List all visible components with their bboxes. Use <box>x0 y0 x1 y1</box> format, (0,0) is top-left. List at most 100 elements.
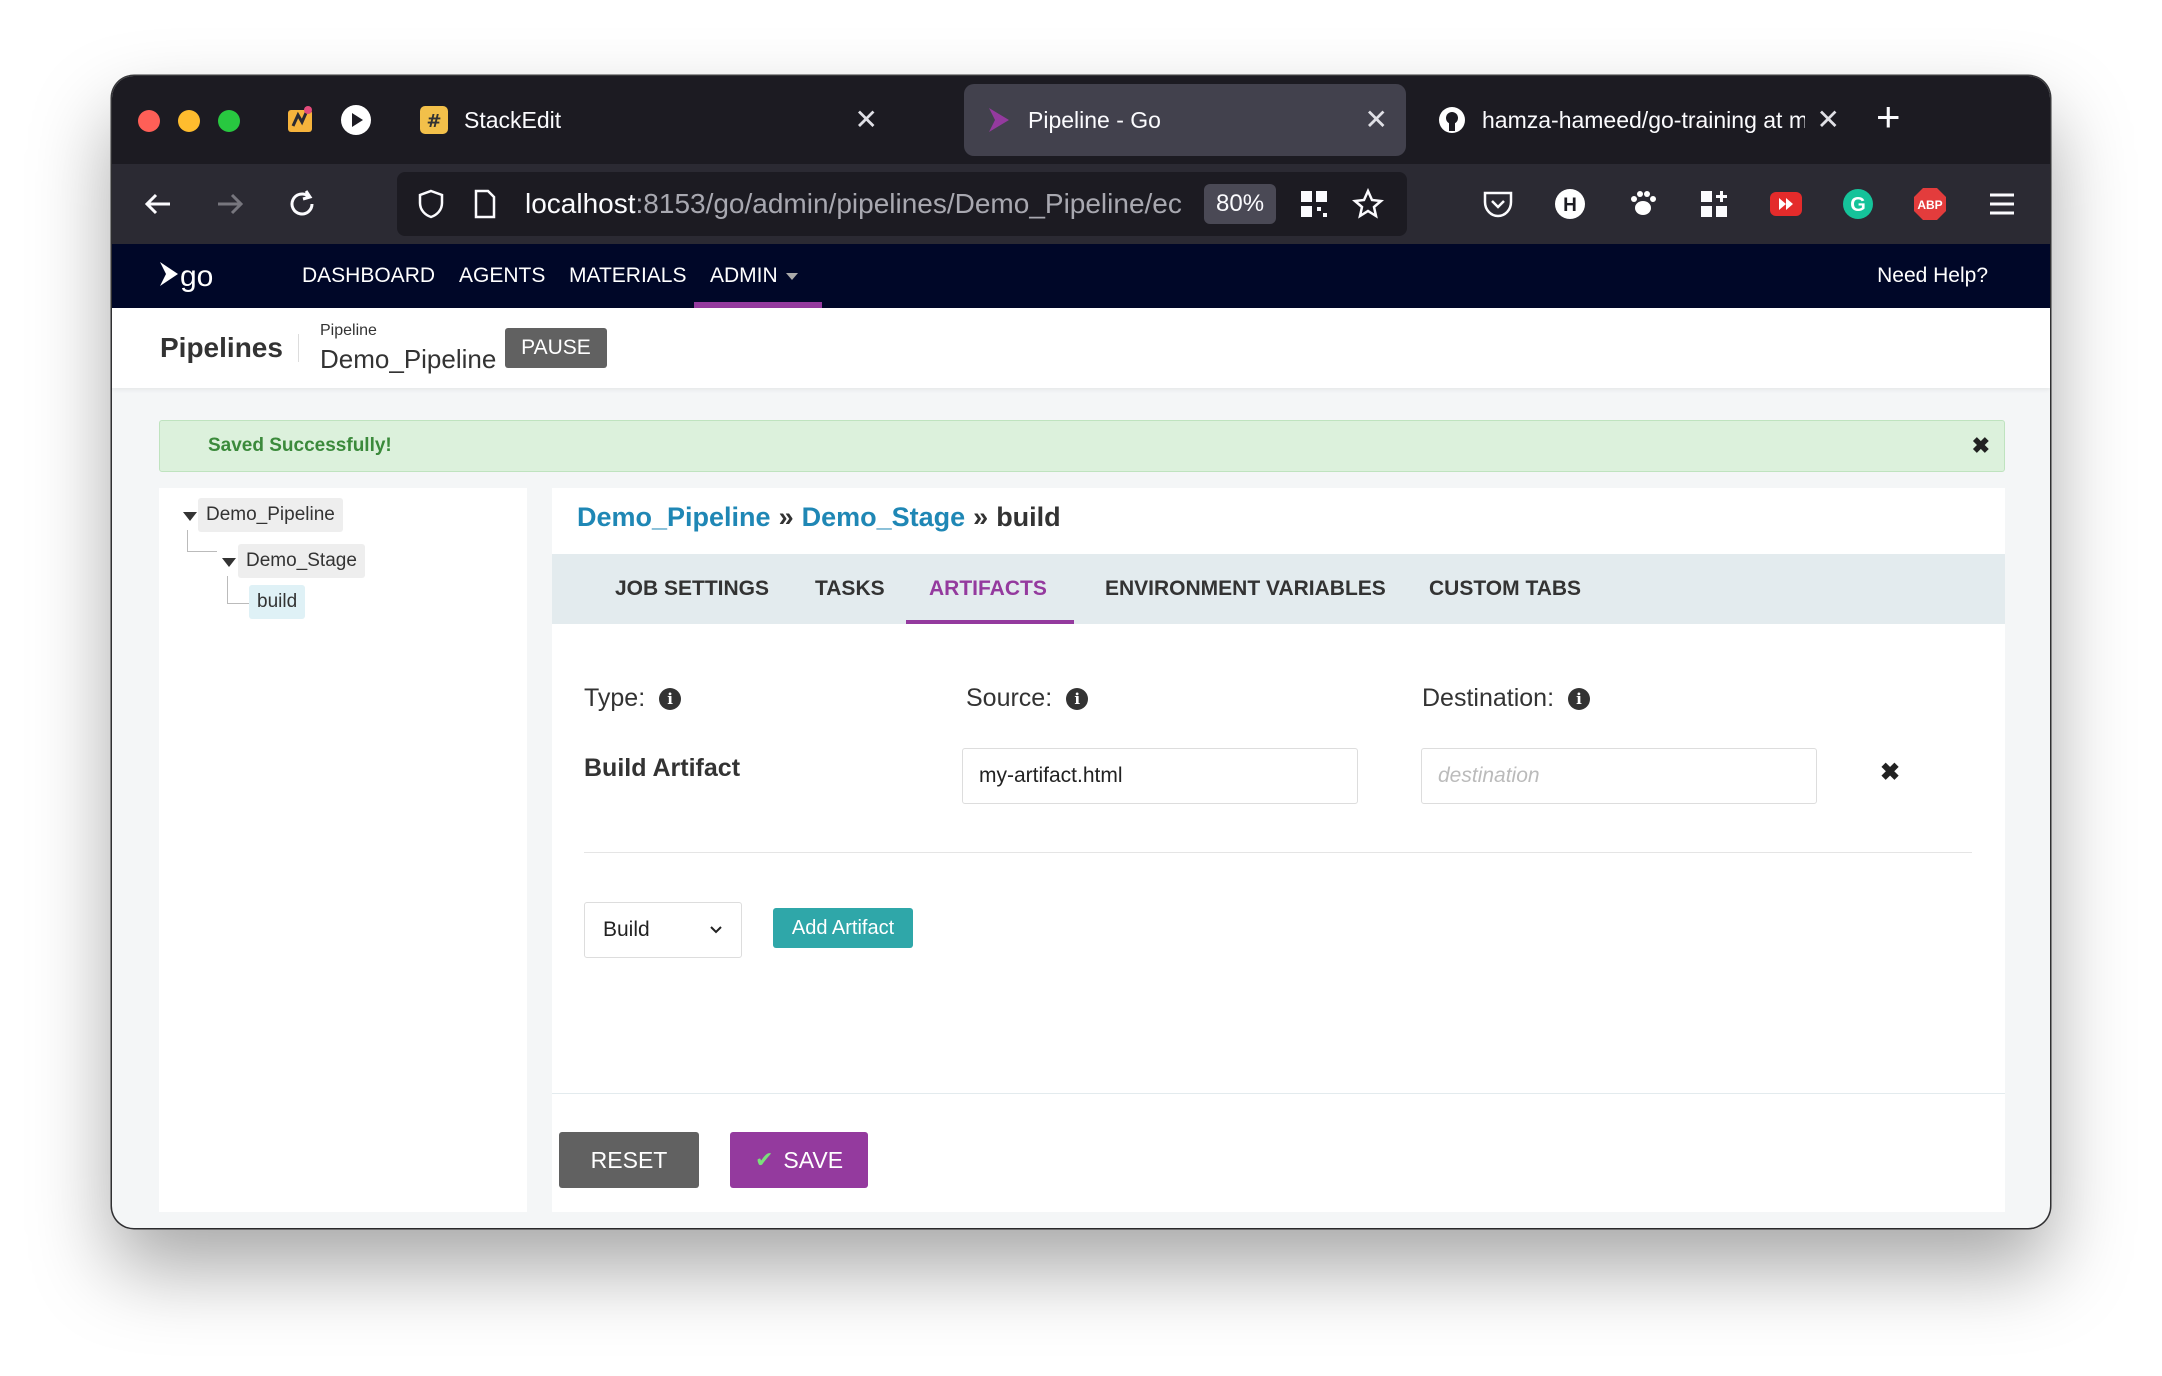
gocd-icon <box>982 104 1014 136</box>
caret-down-icon[interactable] <box>183 512 197 521</box>
source-label: Source: <box>966 684 1053 712</box>
pinned-tab-go[interactable] <box>338 102 374 138</box>
page-title[interactable]: Pipelines <box>160 332 283 364</box>
tree-node-pipeline[interactable]: Demo_Pipeline <box>198 498 343 532</box>
pipeline-label: Pipeline <box>320 322 377 339</box>
pipeline-name: Demo_Pipeline <box>320 344 497 374</box>
tree-connector <box>187 530 217 552</box>
tab-tasks[interactable]: TASKS <box>815 554 885 624</box>
close-tab-icon[interactable]: ✕ <box>855 106 878 134</box>
job-tabs: JOB SETTINGS TASKS ARTIFACTS ENVIRONMENT… <box>552 554 2005 624</box>
maximize-window-button[interactable] <box>218 110 240 132</box>
stackedit-icon: # <box>418 104 450 136</box>
remove-artifact-icon[interactable]: ✖ <box>1880 758 1900 787</box>
chevron-down-icon <box>710 926 722 934</box>
video-speed-extension-icon[interactable] <box>1766 184 1806 224</box>
new-tab-button[interactable]: + <box>1876 96 1901 138</box>
close-tab-icon[interactable]: ✕ <box>1817 106 1840 134</box>
tab-github[interactable]: hamza-hameed/go-training at m ✕ <box>1418 84 1858 156</box>
tab-pipeline-go[interactable]: Pipeline - Go ✕ <box>964 84 1406 156</box>
tab-artifacts[interactable]: ARTIFACTS <box>929 554 1047 624</box>
tab-title: StackEdit <box>464 106 562 133</box>
destination-label: Destination: <box>1422 684 1555 712</box>
forward-arrow-icon[interactable] <box>208 182 252 226</box>
url-text[interactable]: localhost:8153/go/admin/pipelines/Demo_P… <box>525 188 1190 220</box>
tree-node-stage[interactable]: Demo_Stage <box>238 544 365 578</box>
pipeline-tree: Demo_Pipeline Demo_Stage build <box>159 488 527 1212</box>
tab-environment-variables[interactable]: ENVIRONMENT VARIABLES <box>1105 554 1386 624</box>
flash-text: Saved Successfully! <box>208 435 392 456</box>
source-input[interactable] <box>962 748 1358 804</box>
type-header: Type: i <box>584 684 682 713</box>
hamburger-menu-icon[interactable] <box>1982 184 2022 224</box>
breadcrumb-separator: » <box>778 502 794 532</box>
reload-icon[interactable] <box>280 182 324 226</box>
adblock-plus-icon[interactable]: ABP <box>1910 184 1950 224</box>
gocd-header: go DASHBOARD AGENTS MATERIALS ADMIN Need… <box>112 244 2050 308</box>
success-flash-message: Saved Successfully! ✖ <box>159 420 2005 472</box>
pocket-icon[interactable] <box>1478 184 1518 224</box>
nav-admin-label: ADMIN <box>710 264 778 287</box>
breadcrumb-stage[interactable]: Demo_Stage <box>802 502 966 533</box>
zoom-level-badge[interactable]: 80% <box>1204 184 1277 224</box>
divider <box>584 852 1972 853</box>
info-icon[interactable]: i <box>659 687 682 710</box>
shield-icon[interactable] <box>411 184 451 224</box>
destination-input[interactable] <box>1421 748 1817 804</box>
pinned-tab-miro[interactable] <box>282 102 318 138</box>
tab-job-settings[interactable]: JOB SETTINGS <box>615 554 769 624</box>
nav-dashboard[interactable]: DASHBOARD <box>302 244 435 308</box>
url-host: localhost <box>525 188 636 219</box>
info-icon[interactable]: i <box>1568 687 1591 710</box>
miro-icon <box>288 106 312 132</box>
chevron-down-icon <box>785 272 798 280</box>
destination-header: Destination: i <box>1422 684 1591 713</box>
info-icon[interactable]: i <box>1066 687 1089 710</box>
back-arrow-icon[interactable] <box>136 182 180 226</box>
close-icon[interactable]: ✖ <box>1972 433 1990 459</box>
svg-text:#: # <box>426 111 441 132</box>
breadcrumb-pipeline[interactable]: Demo_Pipeline <box>577 502 771 533</box>
artifact-type-select[interactable]: Build <box>584 902 742 958</box>
page-icon[interactable] <box>465 184 505 224</box>
save-button[interactable]: ✔ SAVE <box>730 1132 868 1188</box>
url-path: :8153/go/admin/pipelines/Demo_Pipeline/e… <box>635 188 1182 219</box>
tree-node-job[interactable]: build <box>249 585 306 619</box>
paw-extension-icon[interactable] <box>1622 184 1662 224</box>
qr-code-icon[interactable] <box>1294 184 1334 224</box>
gocd-logo-icon: go <box>160 260 213 293</box>
artifact-type: Build Artifact <box>584 754 741 782</box>
grammarly-icon[interactable]: G <box>1838 184 1878 224</box>
breadcrumb-job: build <box>996 502 1061 532</box>
browser-tab-bar: # StackEdit ✕ Pipeline - Go ✕ hamza-hame… <box>112 76 2050 164</box>
svg-text:go: go <box>180 260 213 293</box>
browser-navigation-bar: localhost:8153/go/admin/pipelines/Demo_P… <box>112 164 2050 244</box>
reset-button[interactable]: RESET <box>559 1132 699 1188</box>
pause-button[interactable]: PAUSE <box>505 328 607 368</box>
nav-admin[interactable]: ADMIN <box>710 244 798 308</box>
svg-text:ABP: ABP <box>1917 198 1942 212</box>
apps-extension-icon[interactable] <box>1694 184 1734 224</box>
add-artifact-button[interactable]: Add Artifact <box>773 908 913 948</box>
type-label: Type: <box>584 684 646 712</box>
address-bar[interactable]: localhost:8153/go/admin/pipelines/Demo_P… <box>397 172 1407 236</box>
bookmark-star-icon[interactable] <box>1348 184 1388 224</box>
svg-text:G: G <box>1850 194 1866 216</box>
nav-materials[interactable]: MATERIALS <box>569 244 686 308</box>
caret-down-icon[interactable] <box>222 558 236 567</box>
close-tab-icon[interactable]: ✕ <box>1365 106 1388 134</box>
nav-agents[interactable]: AGENTS <box>459 244 545 308</box>
tab-title: hamza-hameed/go-training at m <box>1482 106 1805 133</box>
tab-custom-tabs[interactable]: CUSTOM TABS <box>1429 554 1581 624</box>
gocd-logo[interactable]: go <box>158 254 220 298</box>
browser-window: # StackEdit ✕ Pipeline - Go ✕ hamza-hame… <box>112 76 2050 1228</box>
tab-stackedit[interactable]: # StackEdit ✕ <box>400 84 896 156</box>
artifact-type-select-value: Build <box>603 918 650 941</box>
breadcrumb-separator: » <box>973 502 989 532</box>
close-window-button[interactable] <box>138 110 160 132</box>
minimize-window-button[interactable] <box>178 110 200 132</box>
play-circle-icon <box>341 105 371 135</box>
honey-extension-icon[interactable]: H <box>1550 184 1590 224</box>
need-help-link[interactable]: Need Help? <box>1877 244 1988 308</box>
job-config-panel: Demo_Pipeline » Demo_Stage » build JOB S… <box>552 488 2005 1212</box>
